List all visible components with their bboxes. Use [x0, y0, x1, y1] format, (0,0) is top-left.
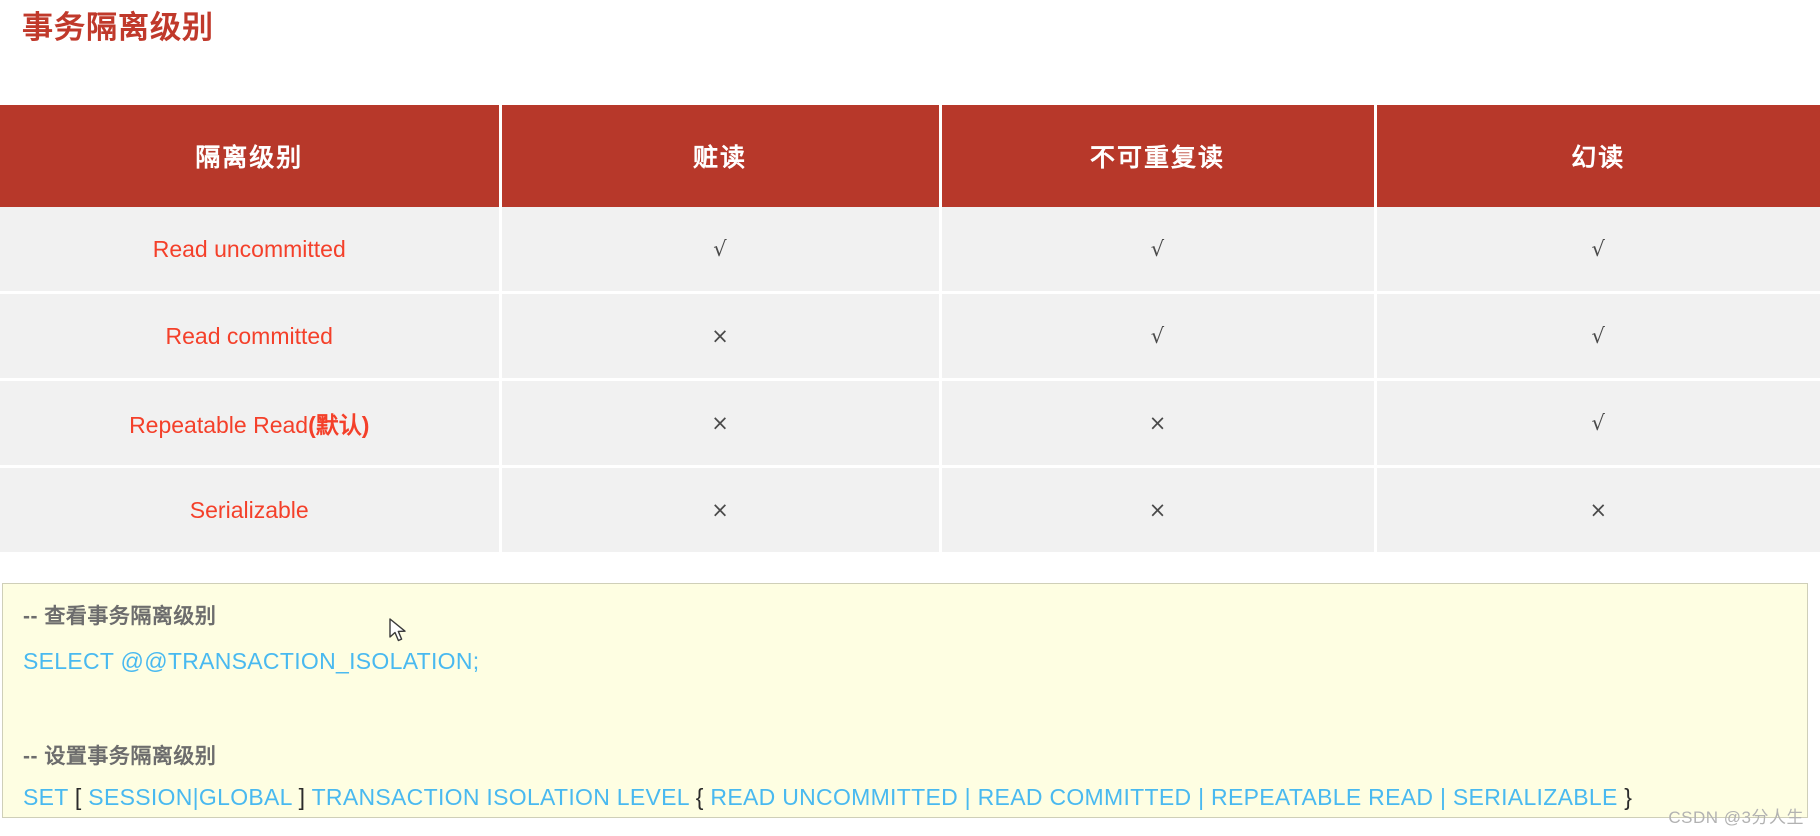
sql-keywords-transaction-isolation-level: TRANSACTION ISOLATION LEVEL: [305, 784, 696, 810]
code-comment-view-isolation-level: -- 查看事务隔离级别: [23, 605, 217, 628]
sql-isolation-level-options: READ UNCOMMITTED | READ COMMITTED | REPE…: [703, 784, 1625, 810]
level-name: Serializable: [189, 496, 309, 523]
table-row: Repeatable Read(默认) × × √: [0, 379, 1820, 468]
isolation-level-table: 隔离级别 赃读 不可重复读 幻读 Read uncommitted √ √ √ …: [0, 105, 1820, 552]
column-header-phantom-read: 幻读: [1375, 105, 1820, 207]
brace-close: }: [1624, 784, 1633, 810]
code-statement-set-transaction-isolation: SET [ SESSION|GLOBAL ] TRANSACTION ISOLA…: [23, 784, 1632, 810]
cell-non-repeatable-read: ×: [940, 466, 1377, 552]
code-comment-set-isolation-level: -- 设置事务隔离级别: [23, 745, 217, 768]
cell-non-repeatable-read: √: [940, 207, 1377, 294]
cell-non-repeatable-read: √: [940, 292, 1377, 381]
csdn-watermark: CSDN @3分人生: [1668, 808, 1804, 827]
cell-non-repeatable-read: ×: [940, 379, 1377, 468]
table-header-row: 隔离级别 赃读 不可重复读 幻读: [0, 105, 1820, 207]
sql-code-block[interactable]: -- 查看事务隔离级别 SELECT @@TRANSACTION_ISOLATI…: [2, 583, 1808, 818]
table-row: Read uncommitted √ √ √: [0, 207, 1820, 294]
cell-phantom-read: √: [1375, 379, 1820, 468]
bracket-open: [: [74, 784, 82, 810]
cell-phantom-read: ×: [1375, 466, 1820, 552]
level-suffix: (默认): [308, 412, 370, 438]
cell-isolation-level: Read uncommitted: [0, 207, 502, 294]
column-header-dirty-read: 赃读: [500, 105, 942, 207]
cell-isolation-level: Read committed: [0, 292, 502, 381]
cell-isolation-level: Serializable: [0, 466, 502, 552]
code-statement-select-isolation: SELECT @@TRANSACTION_ISOLATION;: [23, 648, 480, 674]
sql-keyword-set: SET: [23, 784, 75, 810]
cell-phantom-read: √: [1375, 207, 1820, 294]
cell-phantom-read: √: [1375, 292, 1820, 381]
level-name: Read uncommitted: [152, 235, 346, 262]
brace-open: {: [695, 784, 704, 810]
column-header-isolation-level: 隔离级别: [0, 105, 502, 207]
cell-isolation-level: Repeatable Read(默认): [0, 379, 502, 468]
cell-dirty-read: ×: [500, 292, 942, 381]
table-row: Serializable × × ×: [0, 466, 1820, 552]
cell-dirty-read: √: [500, 207, 942, 294]
table-row: Read committed × √ √: [0, 292, 1820, 381]
page-title: 事务隔离级别: [22, 10, 214, 45]
level-name: Read committed: [165, 322, 333, 349]
sql-scope-options: SESSION|GLOBAL: [81, 784, 299, 810]
cell-dirty-read: ×: [500, 466, 942, 552]
cell-dirty-read: ×: [500, 379, 942, 468]
level-name: Repeatable Read: [129, 412, 309, 438]
column-header-non-repeatable-read: 不可重复读: [940, 105, 1377, 207]
